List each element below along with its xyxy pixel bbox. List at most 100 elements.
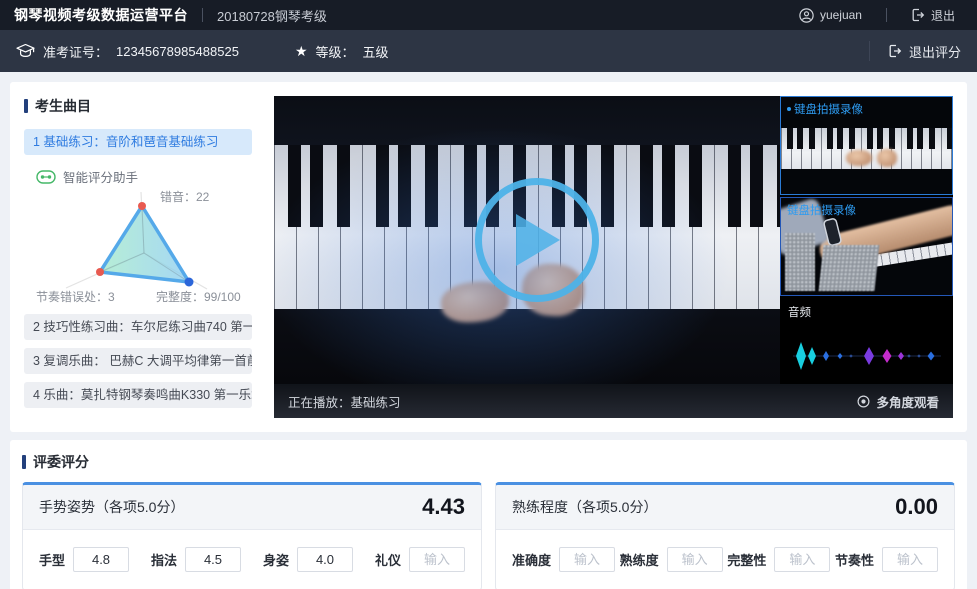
user-menu[interactable]: yuejuan (799, 8, 862, 23)
session-title: 20180728钢琴考级 (217, 6, 327, 25)
multi-angle-label: 多角度观看 (876, 392, 939, 411)
field-rhythm-input[interactable] (882, 547, 938, 572)
camera-view-2-label: 键盘拍摄录像 (787, 202, 856, 218)
tracks-panel: 考生曲目 1 基础练习：音阶和琶音基础练习 智能评分助手 (24, 96, 262, 418)
field-rhythm-label: 节奏性 (835, 550, 874, 569)
mini-hand-left (846, 150, 872, 166)
field-proficiency-label: 熟练度 (620, 550, 659, 569)
radar-label-completeness: 完整度：99/100 (156, 289, 241, 304)
user-icon (799, 8, 814, 23)
field-fingering: 指法 (151, 547, 241, 572)
field-posture-input[interactable] (297, 547, 353, 572)
mini-keyboard (781, 128, 952, 169)
graduation-cap-icon (16, 44, 35, 59)
radar-dot-wrong-notes (138, 202, 146, 210)
score-card-2-title: 熟练程度（各项5.0分） (512, 497, 657, 517)
scoring-section-title: 评委评分 (22, 452, 955, 472)
exit-scoring-label: 退出评分 (909, 42, 961, 61)
track-item-2[interactable]: 2 技巧性练习曲：车尔尼练习曲740 第一首 (24, 314, 252, 340)
level-info: ★ 等级： 五级 (295, 42, 389, 61)
audio-label: 音频 (788, 304, 811, 320)
scoring-title-bar (22, 455, 26, 469)
tracks-section-title: 考生曲目 (24, 96, 252, 116)
field-completeness: 完整性 (727, 547, 830, 572)
field-accuracy: 准确度 (512, 547, 615, 572)
scoring-panel: 评委评分 手势姿势（各项5.0分） 4.43 手型 指法 身姿 (10, 440, 967, 589)
assistant-label: 智能评分助手 (63, 167, 138, 186)
score-card-1-title: 手势姿势（各项5.0分） (39, 497, 184, 517)
exam-info-bar: 准考证号： 12345678985488525 ★ 等级： 五级 退出评分 (0, 30, 977, 72)
field-hand-shape: 手型 (39, 547, 129, 572)
camera-view-2[interactable]: 键盘拍摄录像 (780, 197, 953, 296)
top-navbar: 钢琴视频考级数据运营平台 20180728钢琴考级 yuejuan 退出 (0, 0, 977, 30)
recording-dot-icon (787, 107, 791, 111)
radar-chart: 错音：22 节奏错误处：3 完整度：99/100 (26, 188, 252, 306)
exit-scoring-icon (888, 44, 902, 58)
field-posture-label: 身姿 (263, 550, 289, 569)
tracks-section-title-text: 考生曲目 (35, 96, 91, 116)
eye-icon (857, 395, 870, 408)
section-title-bar (24, 99, 28, 113)
logout-icon (911, 8, 925, 22)
radar-dot-rhythm-errors (96, 268, 104, 276)
field-accuracy-label: 准确度 (512, 550, 551, 569)
field-completeness-label: 完整性 (727, 550, 766, 569)
smart-scoring-assistant[interactable]: 智能评分助手 (36, 167, 252, 186)
score-card-1-total: 4.43 (422, 494, 465, 520)
logout-label: 退出 (931, 7, 955, 24)
field-hand-shape-label: 手型 (39, 550, 65, 569)
multi-angle-button[interactable]: 多角度观看 (857, 392, 939, 411)
audio-waveform (788, 334, 945, 378)
field-posture: 身姿 (263, 547, 353, 572)
score-card-proficiency: 熟练程度（各项5.0分） 0.00 准确度 熟练度 完整性 节奏性 (495, 482, 955, 589)
navbar-divider (202, 8, 203, 22)
navbar-divider-2 (886, 8, 887, 22)
ticket-number: 12345678985488525 (116, 44, 239, 59)
field-etiquette: 礼仪 (375, 547, 465, 572)
score-card-gesture: 手势姿势（各项5.0分） 4.43 手型 指法 身姿 礼仪 (22, 482, 482, 589)
ticket-info: 准考证号： 12345678985488525 (16, 42, 239, 61)
scoring-section-title-text: 评委评分 (33, 452, 89, 472)
texture-patch-2 (819, 245, 880, 291)
score-card-2-total: 0.00 (895, 494, 938, 520)
field-etiquette-input[interactable] (409, 547, 465, 572)
level-value: 五级 (363, 42, 389, 61)
track-item-4[interactable]: 4 乐曲：莫扎特钢琴奏鸣曲K330 第一乐章 (24, 382, 252, 408)
star-icon: ★ (295, 43, 308, 60)
field-proficiency-input[interactable] (667, 547, 723, 572)
video-player: 键盘拍摄录像 键盘拍摄录像 音频 (274, 96, 953, 418)
audio-section: 音频 (780, 296, 953, 384)
field-fingering-label: 指法 (151, 550, 177, 569)
radar-label-wrong-notes: 错音：22 (160, 189, 210, 204)
field-hand-shape-input[interactable] (73, 547, 129, 572)
camera-column: 键盘拍摄录像 键盘拍摄录像 音频 (780, 96, 953, 384)
field-accuracy-input[interactable] (559, 547, 615, 572)
username: yuejuan (820, 8, 862, 22)
ticket-label: 准考证号： (43, 42, 108, 61)
main-video[interactable] (274, 96, 780, 384)
now-playing-label: 正在播放：基础练习 (288, 392, 401, 411)
track-item-1[interactable]: 1 基础练习：音阶和琶音基础练习 (24, 129, 252, 155)
player-status-bar: 正在播放：基础练习 多角度观看 (274, 384, 953, 418)
app-title: 钢琴视频考级数据运营平台 (14, 5, 188, 25)
field-fingering-input[interactable] (185, 547, 241, 572)
field-proficiency: 熟练度 (620, 547, 723, 572)
texture-patch-1 (785, 233, 815, 291)
field-completeness-input[interactable] (774, 547, 830, 572)
camera-view-1-label: 键盘拍摄录像 (794, 101, 863, 117)
assistant-robot-icon (36, 170, 56, 184)
camera-view-1[interactable]: 键盘拍摄录像 (780, 96, 953, 195)
radar-dot-completeness (185, 278, 194, 287)
field-etiquette-label: 礼仪 (375, 550, 401, 569)
level-label: 等级： (316, 42, 355, 61)
radar-label-rhythm-errors: 节奏错误处：3 (36, 290, 115, 304)
mini-black-keys (781, 128, 952, 149)
logout-button[interactable]: 退出 (911, 7, 963, 24)
track-item-3[interactable]: 3 复调乐曲： 巴赫C 大调平均律第一首前奏曲 (24, 348, 252, 374)
main-panel: 考生曲目 1 基础练习：音阶和琶音基础练习 智能评分助手 (10, 82, 967, 432)
field-rhythm: 节奏性 (835, 547, 938, 572)
mini-hand-right (877, 149, 897, 167)
exit-scoring-button[interactable]: 退出评分 (869, 41, 961, 61)
play-button[interactable] (475, 178, 599, 302)
play-icon (510, 209, 564, 271)
